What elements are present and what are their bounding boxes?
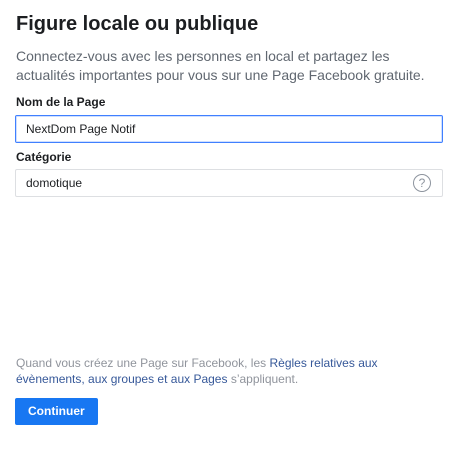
page-name-input[interactable] [16, 116, 442, 142]
category-label: Catégorie [16, 150, 72, 164]
category-field[interactable]: ? [15, 169, 443, 197]
page-description: Connectez-vous avec les personnes en loc… [16, 48, 425, 83]
policy-note: Quand vous créez une Page sur Facebook, … [16, 355, 416, 387]
policy-note-prefix: Quand vous créez une Page sur Facebook, … [16, 356, 270, 370]
question-circle-icon[interactable]: ? [413, 174, 431, 192]
page-title: Figure locale ou publique [16, 13, 259, 35]
page-name-label: Nom de la Page [16, 95, 106, 109]
continue-button[interactable]: Continuer [15, 398, 98, 425]
category-input[interactable] [16, 170, 442, 196]
page-name-field[interactable] [15, 115, 443, 143]
policy-note-suffix: s’appliquent. [227, 372, 299, 386]
